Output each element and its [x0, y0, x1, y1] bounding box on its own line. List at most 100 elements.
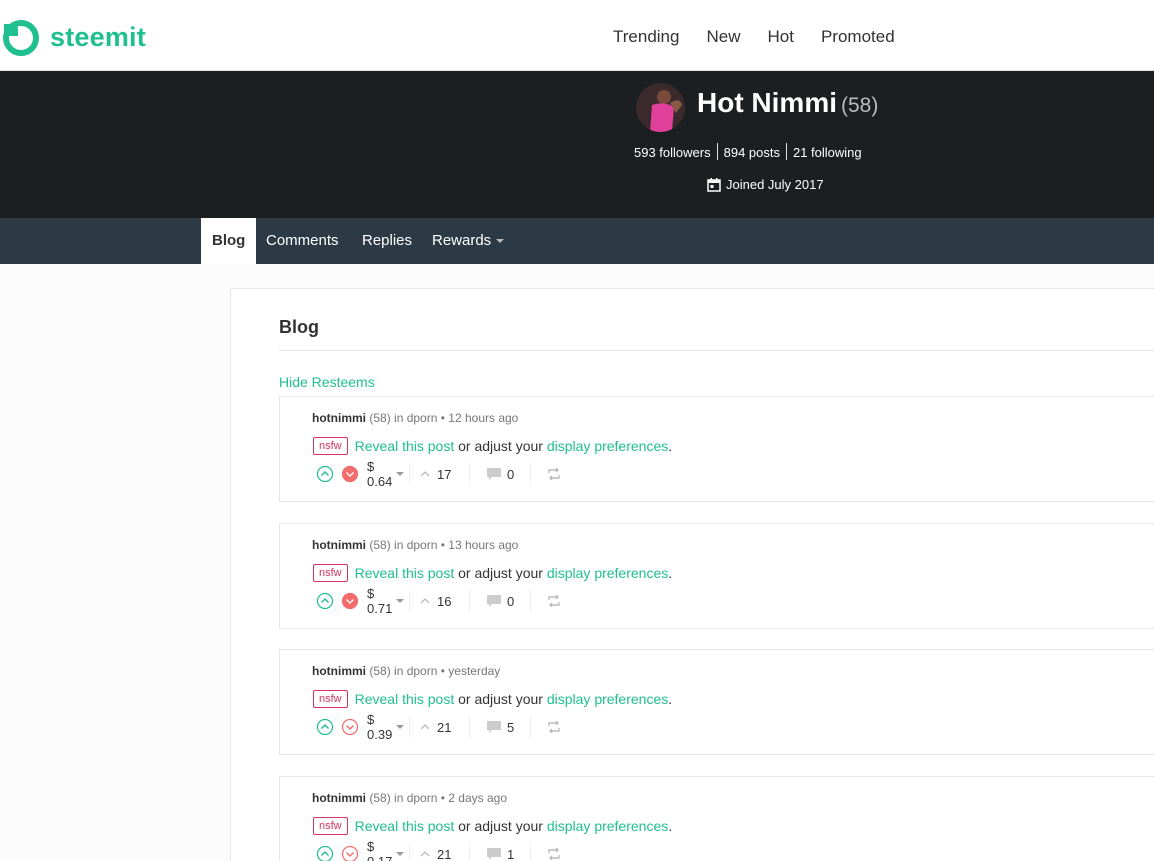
notice-period: . — [668, 438, 673, 454]
notice-text: or adjust your — [454, 818, 547, 834]
tab-rewards[interactable]: Rewards — [432, 218, 505, 264]
chevron-down-icon — [496, 239, 505, 244]
upvote-button[interactable] — [316, 718, 334, 736]
reveal-post-link[interactable]: Reveal this post — [355, 438, 455, 454]
chevron-down-icon — [396, 599, 405, 603]
payout-value: $ 0.71 — [367, 586, 393, 616]
post-meta: hotnimmi (58) in dporn • 13 hours ago — [312, 538, 518, 552]
notice-period: . — [668, 818, 673, 834]
display-preferences-link[interactable]: display preferences — [547, 818, 668, 834]
voters-dropdown[interactable]: 17 — [419, 465, 451, 483]
reveal-post-link[interactable]: Reveal this post — [355, 691, 455, 707]
downvote-button[interactable] — [341, 465, 359, 483]
post-category[interactable]: in dporn — [394, 791, 437, 805]
divider — [409, 716, 410, 738]
divider — [469, 843, 470, 861]
profile-tabs: Blog Comments Replies Rewards — [0, 218, 1154, 264]
upvote-button[interactable] — [316, 465, 334, 483]
author-reputation: (58) — [369, 791, 391, 805]
comment-count: 1 — [507, 846, 515, 861]
comments-link[interactable]: 0 — [486, 592, 514, 610]
downvote-button[interactable] — [341, 845, 359, 861]
post-time[interactable]: • yesterday — [441, 664, 501, 678]
profile-header: Hot Nimmi (58) 593 followers 894 posts 21… — [0, 71, 1154, 218]
display-preferences-link[interactable]: display preferences — [547, 691, 668, 707]
resteem-button[interactable] — [547, 465, 561, 483]
payout-value: $ 0.64 — [367, 459, 393, 489]
divider — [530, 716, 531, 738]
nav-trending[interactable]: Trending — [613, 27, 679, 47]
post-time[interactable]: • 13 hours ago — [441, 538, 519, 552]
comment-icon — [487, 848, 501, 860]
divider — [409, 843, 410, 861]
payout-dropdown[interactable]: $ 0.64 — [367, 459, 405, 489]
comment-icon — [487, 595, 501, 607]
chevron-down-icon — [396, 725, 405, 729]
downvote-button[interactable] — [341, 718, 359, 736]
nsfw-notice: nsfw Reveal this post or adjust your dis… — [313, 437, 672, 455]
post-meta: hotnimmi (58) in dporn • yesterday — [312, 664, 500, 678]
author-reputation: (58) — [369, 664, 391, 678]
nav-promoted[interactable]: Promoted — [821, 27, 895, 47]
comments-link[interactable]: 0 — [486, 465, 514, 483]
post-author[interactable]: hotnimmi — [312, 664, 366, 678]
downvote-button[interactable] — [341, 592, 359, 610]
tab-comments[interactable]: Comments — [266, 218, 339, 264]
nav-hot[interactable]: Hot — [767, 27, 793, 47]
chevron-down-icon — [396, 852, 405, 856]
blog-panel: Blog Hide Resteems hotnimmi (58) in dpor… — [230, 288, 1154, 861]
display-preferences-link[interactable]: display preferences — [547, 438, 668, 454]
display-preferences-link[interactable]: display preferences — [547, 565, 668, 581]
resteem-icon — [548, 721, 560, 733]
post-summary: hotnimmi (58) in dporn • 12 hours ago ns… — [279, 396, 1154, 502]
steemit-logo[interactable]: steemit — [2, 18, 146, 56]
post-author[interactable]: hotnimmi — [312, 791, 366, 805]
notice-text: or adjust your — [454, 691, 547, 707]
nsfw-tag: nsfw — [313, 437, 348, 455]
tab-blog[interactable]: Blog — [201, 218, 257, 264]
upvote-button[interactable] — [316, 592, 334, 610]
comment-count: 5 — [507, 719, 515, 735]
post-author[interactable]: hotnimmi — [312, 411, 366, 425]
resteem-button[interactable] — [547, 592, 561, 610]
downvote-icon — [341, 845, 359, 861]
hide-resteems-link[interactable]: Hide Resteems — [279, 374, 375, 390]
resteem-icon — [548, 848, 560, 860]
following-link[interactable]: 21 following — [787, 145, 868, 160]
author-reputation: (58) — [369, 538, 391, 552]
post-category[interactable]: in dporn — [394, 538, 437, 552]
upvote-icon — [316, 718, 334, 736]
payout-dropdown[interactable]: $ 0.39 — [367, 712, 405, 742]
upvote-icon — [316, 465, 334, 483]
resteem-button[interactable] — [547, 718, 561, 736]
downvote-icon — [341, 465, 359, 483]
upvote-button[interactable] — [316, 845, 334, 861]
comment-icon — [487, 721, 501, 733]
chevron-up-icon — [420, 471, 430, 477]
post-author[interactable]: hotnimmi — [312, 538, 366, 552]
voters-dropdown[interactable]: 21 — [419, 718, 451, 736]
comments-link[interactable]: 1 — [486, 845, 514, 861]
divider — [530, 590, 531, 612]
followers-link[interactable]: 593 followers — [628, 145, 717, 160]
post-category[interactable]: in dporn — [394, 411, 437, 425]
voters-dropdown[interactable]: 16 — [419, 592, 451, 610]
post-time[interactable]: • 12 hours ago — [441, 411, 519, 425]
tab-replies[interactable]: Replies — [362, 218, 412, 264]
reveal-post-link[interactable]: Reveal this post — [355, 565, 455, 581]
comments-link[interactable]: 5 — [486, 718, 514, 736]
reveal-post-link[interactable]: Reveal this post — [355, 818, 455, 834]
post-category[interactable]: in dporn — [394, 664, 437, 678]
nsfw-tag: nsfw — [313, 690, 348, 708]
avatar[interactable] — [636, 83, 685, 132]
resteem-button[interactable] — [547, 845, 561, 861]
voters-dropdown[interactable]: 21 — [419, 845, 451, 861]
payout-dropdown[interactable]: $ 0.71 — [367, 586, 405, 616]
post-meta: hotnimmi (58) in dporn • 2 days ago — [312, 791, 507, 805]
payout-dropdown[interactable]: $ 0.17 — [367, 839, 405, 861]
nav-new[interactable]: New — [706, 27, 740, 47]
chevron-up-icon — [420, 598, 430, 604]
brand-name: steemit — [50, 21, 146, 52]
upvote-icon — [316, 845, 334, 861]
post-time[interactable]: • 2 days ago — [441, 791, 507, 805]
